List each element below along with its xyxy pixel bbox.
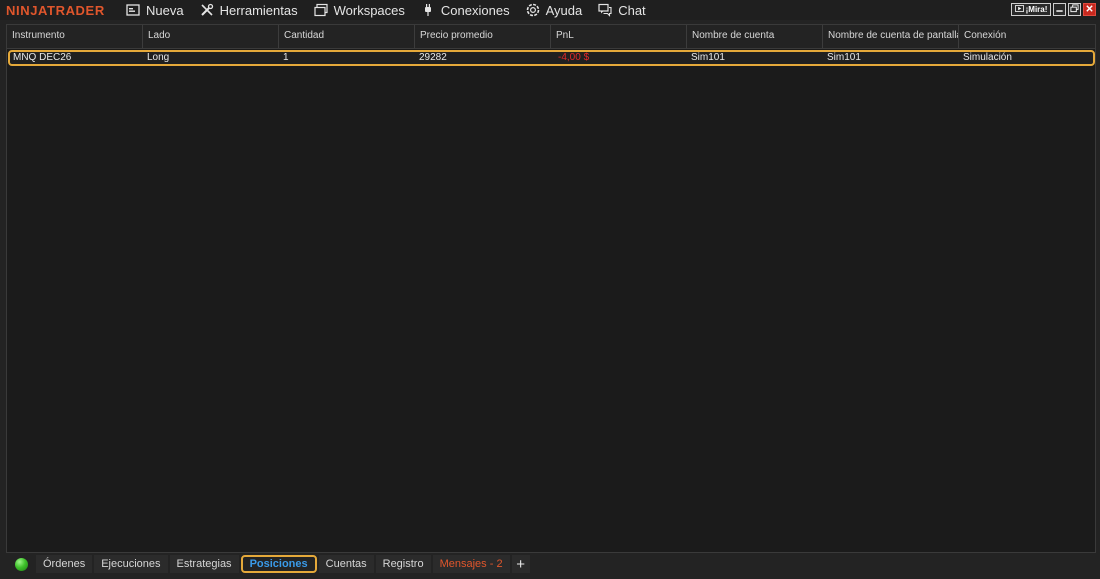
watch-button[interactable]: ¡Mira! — [1011, 3, 1051, 16]
menu-chat[interactable]: Chat — [598, 2, 646, 18]
tab-mensajes[interactable]: Mensajes - 2 — [432, 555, 510, 573]
column-header-pnl[interactable]: PnL — [551, 25, 687, 48]
column-header-lado[interactable]: Lado — [143, 25, 279, 48]
column-header-nombre-de-cuenta-de-pantalla[interactable]: Nombre de cuenta de pantalla — [823, 25, 959, 48]
grid-header: Instrumento Lado Cantidad Precio promedi… — [7, 25, 1095, 49]
tab-cuentas[interactable]: Cuentas — [318, 555, 374, 573]
cell-precio-promedio: 29282 — [419, 52, 447, 63]
column-header-nombre-de-cuenta[interactable]: Nombre de cuenta — [687, 25, 823, 48]
watch-label: ¡Mira! — [1025, 5, 1048, 14]
column-header-instrumento[interactable]: Instrumento — [7, 25, 143, 48]
menu-ayuda-label: Ayuda — [545, 2, 583, 18]
plus-icon: + — [516, 555, 525, 573]
connection-status-icon — [15, 557, 28, 571]
cell-pnl: -4,00 $ — [558, 52, 590, 63]
positions-grid: Instrumento Lado Cantidad Precio promedi… — [6, 24, 1096, 553]
minimize-icon — [1055, 4, 1064, 15]
minimize-button[interactable] — [1053, 3, 1066, 16]
chat-icon — [598, 3, 612, 17]
column-header-precio-promedio[interactable]: Precio promedio — [415, 25, 551, 48]
menu-nueva-label: Nueva — [146, 2, 184, 18]
tab-registro[interactable]: Registro — [375, 555, 431, 573]
plug-icon — [421, 3, 435, 17]
tools-icon — [200, 3, 214, 17]
menu-bar: NINJATRADER Nueva Herramientas Workspace… — [0, 0, 1100, 20]
menu-workspaces[interactable]: Workspaces — [314, 3, 405, 18]
cell-lado: Long — [147, 52, 170, 63]
cell-nombre-de-cuenta-de-pantalla: Sim101 — [827, 52, 861, 63]
menu-chat-label: Chat — [618, 2, 646, 18]
cell-cantidad: 1 — [283, 52, 289, 63]
lifebuoy-icon — [526, 3, 540, 17]
menu-herramientas[interactable]: Herramientas — [200, 3, 298, 18]
window-controls: ¡Mira! — [1011, 3, 1096, 16]
cell-conexion: Simulación — [963, 52, 1012, 63]
restore-icon — [1070, 4, 1079, 15]
cell-nombre-de-cuenta: Sim101 — [691, 52, 725, 63]
ninjatrader-logo: NINJATRADER — [6, 2, 105, 18]
close-button[interactable] — [1083, 3, 1096, 16]
new-window-icon — [126, 3, 140, 17]
menu-nueva[interactable]: Nueva — [126, 3, 184, 18]
column-header-cantidad[interactable]: Cantidad — [279, 25, 415, 48]
add-tab-button[interactable]: + — [511, 555, 530, 573]
tab-bar: Órdenes Ejecuciones Estrategias Posicion… — [6, 554, 1096, 574]
table-row[interactable]: MNQ DEC26 Long 1 29282 -4,00 $ Sim101 Si… — [8, 50, 1095, 66]
cell-instrumento: MNQ DEC26 — [13, 52, 72, 63]
tab-ejecuciones[interactable]: Ejecuciones — [94, 555, 168, 573]
app-window: NINJATRADER Nueva Herramientas Workspace… — [0, 0, 1100, 579]
tab-estrategias[interactable]: Estrategias — [169, 555, 239, 573]
menu-conexiones-label: Conexiones — [440, 2, 510, 18]
restore-button[interactable] — [1068, 3, 1081, 16]
close-icon — [1085, 4, 1094, 15]
workspaces-icon — [314, 3, 328, 17]
play-icon — [1014, 5, 1024, 14]
menu-ayuda[interactable]: Ayuda — [526, 2, 583, 18]
tab-ordenes[interactable]: Órdenes — [36, 555, 93, 573]
menu-herramientas-label: Herramientas — [219, 2, 298, 18]
menu-workspaces-label: Workspaces — [333, 2, 405, 18]
tab-posiciones[interactable]: Posiciones — [240, 555, 317, 573]
menu-conexiones[interactable]: Conexiones — [421, 3, 510, 18]
column-header-conexion[interactable]: Conexión — [959, 25, 1095, 48]
